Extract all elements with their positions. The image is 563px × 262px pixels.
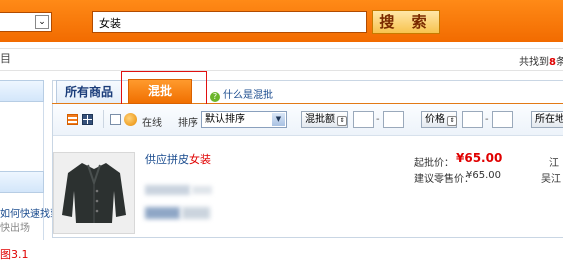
product-location: 江 <box>549 158 559 169</box>
search-input[interactable]: 女装 <box>92 11 367 33</box>
sidebar-header <box>0 171 44 193</box>
mix-price-value: ¥65.00 <box>456 151 503 165</box>
breadcrumb-mark: 目 <box>0 52 11 65</box>
sidebar-subtext: 快出场 <box>0 223 30 234</box>
mix-price-label: 起批价： <box>414 158 454 169</box>
mix-amount-min-input[interactable] <box>353 111 374 128</box>
sort-mix-amount-button[interactable]: 混批额 ⇕ <box>301 111 348 128</box>
jacket-image <box>54 153 134 233</box>
sort-arrow-icon: ⇕ <box>337 116 347 126</box>
product-thumbnail[interactable] <box>53 152 135 234</box>
result-count: 共找到8条 <box>519 53 563 68</box>
price-min-input[interactable] <box>462 111 483 128</box>
divider <box>0 70 563 71</box>
sort-price-button[interactable]: 价格 ⇕ <box>421 111 457 128</box>
result-count-prefix: 共找到 <box>519 57 549 68</box>
product-title-keyword: 女装 <box>189 153 211 166</box>
grid-view-icon[interactable] <box>82 114 93 125</box>
online-checkbox[interactable] <box>110 114 121 125</box>
blurred-text <box>182 207 210 219</box>
product-location-city: 吴江 <box>541 174 561 185</box>
sort-arrow-icon: ⇕ <box>447 116 457 126</box>
divider <box>0 48 563 49</box>
help-link-label: 什么是混批 <box>223 90 273 101</box>
sidebar-header <box>0 80 44 102</box>
product-title-prefix: 供应拼皮 <box>145 153 189 166</box>
wangwang-icon <box>124 113 137 126</box>
range-dash: - <box>376 114 380 125</box>
product-title-link[interactable]: 供应拼皮女装 <box>145 151 211 167</box>
sort-select-value: 默认排序 <box>205 114 245 125</box>
chevron-down-icon[interactable]: ⌄ <box>35 15 49 29</box>
tab-all-products[interactable]: 所有商品 <box>56 80 122 103</box>
search-button[interactable]: 搜 索 <box>372 10 440 34</box>
range-dash: - <box>485 114 489 125</box>
divider <box>103 110 104 128</box>
blurred-seller-link[interactable] <box>145 207 180 219</box>
help-link[interactable]: ? 什么是混批 <box>210 86 273 102</box>
online-label: 在线 <box>142 118 162 129</box>
sort-label: 排序 <box>178 118 198 129</box>
retail-price-label: 建议零售价： <box>414 174 474 185</box>
chevron-down-icon: ▼ <box>272 113 285 126</box>
sort-select[interactable]: 默认排序 ▼ <box>201 111 287 128</box>
retail-price-value: ¥65.00 <box>466 170 501 181</box>
blurred-text <box>192 186 212 194</box>
price-max-input[interactable] <box>492 111 513 128</box>
blurred-text <box>145 185 190 195</box>
mix-amount-label: 混批额 <box>305 114 335 125</box>
location-select[interactable]: 所在地 <box>531 111 563 128</box>
mix-amount-max-input[interactable] <box>383 111 404 128</box>
category-dropdown[interactable]: ⌄ <box>0 12 52 32</box>
result-count-suffix: 条 <box>555 57 563 68</box>
annotation-highlight-box <box>121 71 207 107</box>
result-count-number: 8 <box>549 57 556 68</box>
list-view-icon[interactable] <box>67 114 78 125</box>
location-label: 所在地 <box>535 114 563 125</box>
help-icon: ? <box>210 92 220 102</box>
price-label: 价格 <box>425 114 445 125</box>
